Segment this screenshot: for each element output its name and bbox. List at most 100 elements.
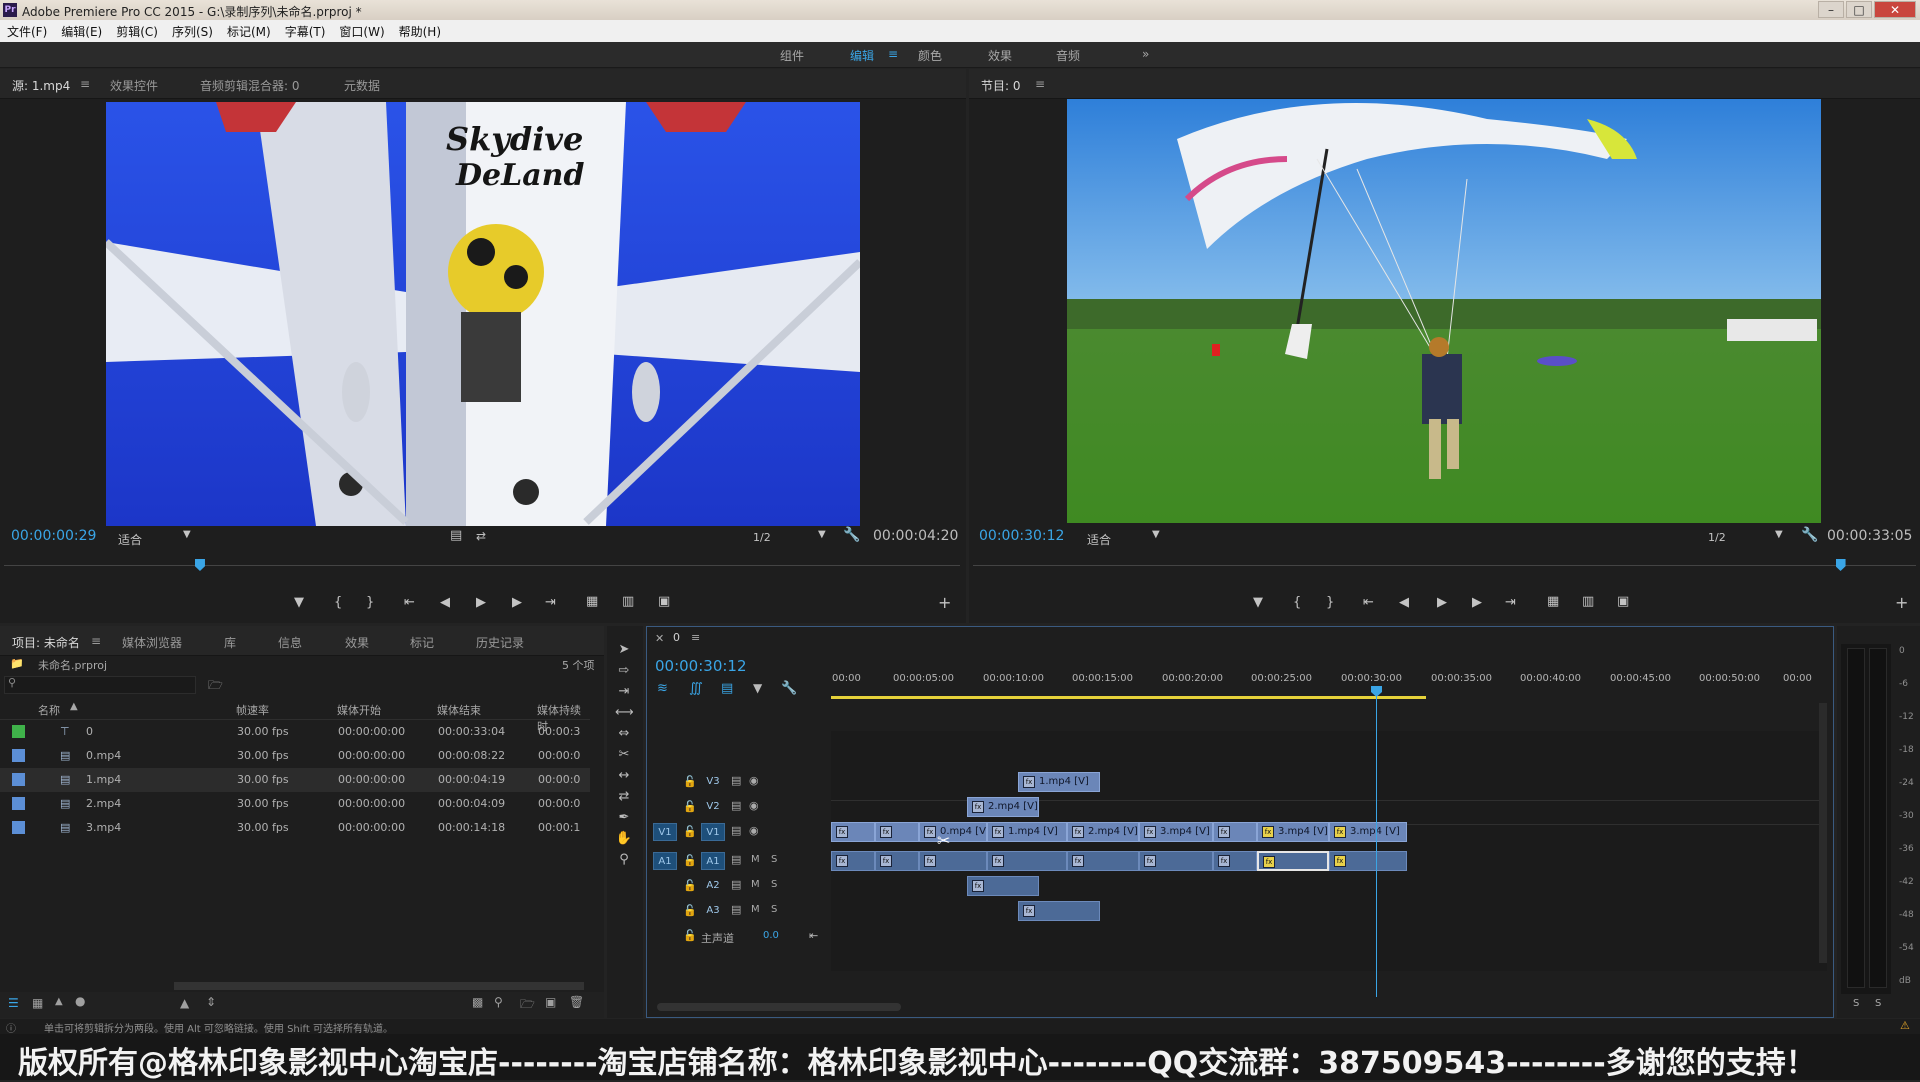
chevron-down-icon[interactable]: ▼ <box>1775 529 1783 540</box>
track-target-button[interactable]: V3 <box>701 773 725 791</box>
menu-marker[interactable]: 标记(M) <box>220 20 278 40</box>
drag-video-icon[interactable]: ⇄ <box>476 529 486 543</box>
tab-menu-icon[interactable]: ≡ <box>1035 77 1045 91</box>
column-frame-rate[interactable]: 帧速率 <box>236 702 269 718</box>
label-color-swatch[interactable] <box>12 821 25 834</box>
add-marker-icon[interactable]: ▼ <box>753 681 762 695</box>
audio-clip-a1[interactable]: fx <box>987 851 1067 871</box>
zoom-small-icon[interactable]: ▲ <box>55 996 63 1007</box>
tab-history[interactable]: 历史记录 <box>476 634 524 651</box>
eye-icon[interactable]: ◉ <box>749 824 759 837</box>
source-timecode[interactable]: 00:00:00:29 <box>11 528 96 544</box>
timeline-timecode[interactable]: 00:00:30:12 <box>655 657 747 675</box>
work-area-bar[interactable] <box>831 696 1426 699</box>
label-color-swatch[interactable] <box>12 749 25 762</box>
sync-lock-icon[interactable]: ▤ <box>731 853 741 866</box>
safe-margins-icon[interactable]: ▤ <box>450 528 462 543</box>
audio-clip-a1[interactable]: fx <box>1139 851 1213 871</box>
selection-tool-icon[interactable]: ➤ <box>615 642 633 660</box>
snap-icon[interactable]: ∭ <box>689 681 703 696</box>
tab-menu-icon[interactable]: ≡ <box>91 634 101 648</box>
source-patch-button[interactable]: V1 <box>653 823 677 841</box>
track-target-button[interactable]: A1 <box>701 852 725 870</box>
audio-clip-a1[interactable]: fx <box>919 851 987 871</box>
sort-icon[interactable]: ⇕ <box>206 995 216 1009</box>
audio-clip-a1[interactable]: fx <box>1067 851 1139 871</box>
solo-button[interactable]: S <box>771 904 777 915</box>
clip-v1-2mp4[interactable]: fx 2.mp4 [V] <box>1067 822 1139 842</box>
clip-v1-0mp4-b[interactable]: fx <box>875 822 919 842</box>
solo-left-button[interactable]: S <box>1853 998 1859 1009</box>
go-to-out-icon[interactable]: ⇥ <box>545 595 556 610</box>
project-row[interactable]: ▤ 1.mp4 30.00 fps 00:00:00:00 00:00:04:19 00:… <box>0 768 590 792</box>
lock-icon[interactable]: 🔓 <box>683 800 697 813</box>
export-frame-icon[interactable]: ▣ <box>658 594 670 609</box>
tab-effect-controls[interactable]: 效果控件 <box>110 77 158 94</box>
program-time-ruler[interactable] <box>973 565 1916 566</box>
add-marker-icon[interactable]: ▼ <box>1253 595 1263 610</box>
close-icon[interactable]: ✕ <box>1874 1 1916 18</box>
workspace-editing[interactable]: 编辑 <box>850 47 874 64</box>
source-playhead[interactable] <box>194 559 205 571</box>
mark-in-icon[interactable]: { <box>1293 595 1301 610</box>
timeline-ruler[interactable] <box>831 667 1831 689</box>
lock-icon[interactable]: 🔓 <box>683 929 697 942</box>
solo-button[interactable]: S <box>771 854 777 865</box>
sync-lock-icon[interactable]: ▤ <box>731 824 741 837</box>
track-target-button[interactable]: A3 <box>701 902 725 920</box>
slide-tool-icon[interactable]: ⇄ <box>615 789 633 807</box>
close-tab-icon[interactable]: ✕ <box>655 632 664 645</box>
tab-project[interactable]: 项目: 未命名 <box>12 634 80 651</box>
step-back-icon[interactable]: ◀ <box>440 595 450 610</box>
step-back-icon[interactable]: ◀ <box>1399 595 1409 610</box>
mark-in-icon[interactable]: { <box>334 595 342 610</box>
solo-right-button[interactable]: S <box>1875 998 1881 1009</box>
trash-icon[interactable]: 🗑 <box>569 995 584 1009</box>
audio-clip-a2[interactable]: fx <box>967 876 1039 896</box>
tab-info[interactable]: 信息 <box>278 634 302 651</box>
tab-media-browser[interactable]: 媒体浏览器 <box>122 634 182 651</box>
audio-clip-a1[interactable]: fx <box>1329 851 1407 871</box>
new-item-icon[interactable]: ▣ <box>545 995 556 1009</box>
sync-lock-icon[interactable]: ▤ <box>731 774 741 787</box>
mark-out-icon[interactable]: } <box>366 595 374 610</box>
pen-tool-icon[interactable]: ✒ <box>615 810 633 828</box>
solo-button[interactable]: S <box>771 879 777 890</box>
column-media-start[interactable]: 媒体开始 <box>337 702 381 718</box>
workspace-assembly[interactable]: 组件 <box>780 47 804 64</box>
menu-window[interactable]: 窗口(W) <box>332 20 391 40</box>
menu-edit[interactable]: 编辑(E) <box>54 20 109 40</box>
razor-tool-icon[interactable]: ✂ <box>615 747 633 765</box>
list-view-icon[interactable]: ☰ <box>8 996 19 1010</box>
column-media-end[interactable]: 媒体结束 <box>437 702 481 718</box>
menu-clip[interactable]: 剪辑(C) <box>109 20 165 40</box>
source-fit-select[interactable]: 适合 <box>118 531 142 548</box>
sync-lock-icon[interactable]: ▤ <box>731 799 741 812</box>
workspace-audio[interactable]: 音频 <box>1056 47 1080 64</box>
label-color-swatch[interactable] <box>12 773 25 786</box>
go-to-in-icon[interactable]: ⇤ <box>404 595 415 610</box>
lock-icon[interactable]: 🔓 <box>683 825 697 838</box>
chevron-down-icon[interactable]: ▼ <box>183 529 191 540</box>
track-select-tool-icon[interactable]: ⇨ <box>615 663 633 681</box>
find-icon[interactable]: ⚲ <box>494 995 503 1009</box>
clip-v1-3mp4-c[interactable]: fx 3.mp4 [V] <box>1257 822 1329 842</box>
label-color-swatch[interactable] <box>12 725 25 738</box>
menu-title[interactable]: 字幕(T) <box>278 20 333 40</box>
tab-effects[interactable]: 效果 <box>345 634 369 651</box>
program-playhead[interactable] <box>1835 559 1846 571</box>
chevron-down-icon[interactable]: ▼ <box>818 529 826 540</box>
export-frame-icon[interactable]: ▣ <box>1617 594 1629 609</box>
tab-libraries[interactable]: 库 <box>224 634 236 651</box>
clip-v1-1mp4[interactable]: fx 1.mp4 [V] <box>987 822 1067 842</box>
extract-icon[interactable]: ▥ <box>1582 594 1594 609</box>
project-row[interactable]: ▤ 3.mp4 30.00 fps 00:00:00:00 00:00:14:18 00:… <box>0 816 590 840</box>
sort-asc-icon[interactable]: ▲ <box>70 701 78 712</box>
chevron-down-icon[interactable]: ▼ <box>1152 529 1160 540</box>
wrench-icon[interactable]: 🔧 <box>843 527 860 543</box>
wrench-icon[interactable]: 🔧 <box>781 681 797 696</box>
workspace-effects[interactable]: 效果 <box>988 47 1012 64</box>
timeline-vertical-scrollbar[interactable] <box>1819 703 1827 963</box>
clip-v1-3mp4-d[interactable]: fx 3.mp4 [V] <box>1329 822 1407 842</box>
track-target-button[interactable]: V2 <box>701 798 725 816</box>
